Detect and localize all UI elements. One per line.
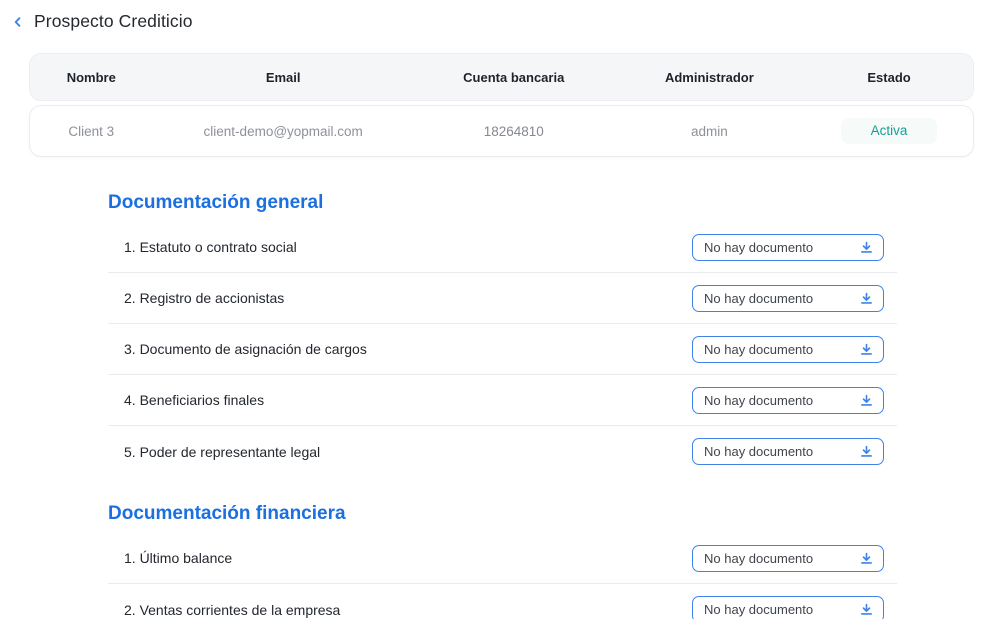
document-status-label: No hay documento xyxy=(704,602,813,617)
download-icon xyxy=(859,240,874,255)
download-icon xyxy=(859,602,874,617)
table-header-row: Nombre Email Cuenta bancaria Administrad… xyxy=(29,53,974,101)
client-summary-table: Nombre Email Cuenta bancaria Administrad… xyxy=(29,53,974,157)
cell-cuenta-bancaria: 18264810 xyxy=(414,124,614,139)
document-status-label: No hay documento xyxy=(704,393,813,408)
document-status-button[interactable]: No hay documento xyxy=(692,596,884,619)
download-icon xyxy=(859,291,874,306)
document-label: 2. Ventas corrientes de la empresa xyxy=(124,602,340,618)
cell-email: client-demo@yopmail.com xyxy=(153,124,414,139)
download-icon xyxy=(859,551,874,566)
column-header-email: Email xyxy=(153,70,414,85)
document-status-button[interactable]: No hay documento xyxy=(692,234,884,261)
section-title: Documentación general xyxy=(108,191,897,214)
document-status-label: No hay documento xyxy=(704,240,813,255)
chevron-left-icon[interactable] xyxy=(10,12,25,32)
document-status-label: No hay documento xyxy=(704,444,813,459)
section-title: Documentación financiera xyxy=(108,502,897,525)
page-header: Prospecto Crediticio xyxy=(0,0,987,32)
column-header-cuenta-bancaria: Cuenta bancaria xyxy=(414,70,614,85)
column-header-administrador: Administrador xyxy=(614,70,805,85)
document-status-button[interactable]: No hay documento xyxy=(692,545,884,572)
document-status-button[interactable]: No hay documento xyxy=(692,336,884,363)
document-row: 1. Último balance No hay documento xyxy=(108,533,897,584)
document-list: 1. Estatuto o contrato social No hay docu… xyxy=(108,222,897,477)
document-row: 2. Ventas corrientes de la empresa No hay… xyxy=(108,584,897,619)
cell-administrador: admin xyxy=(614,124,805,139)
document-status-button[interactable]: No hay documento xyxy=(692,387,884,414)
documentation-sections: Documentación general 1. Estatuto o contr… xyxy=(108,191,897,619)
status-badge: Activa xyxy=(841,118,937,144)
document-row: 5. Poder de representante legal No hay do… xyxy=(108,426,897,477)
document-label: 1. Último balance xyxy=(124,550,232,566)
document-label: 5. Poder de representante legal xyxy=(124,444,320,460)
document-status-label: No hay documento xyxy=(704,551,813,566)
document-status-label: No hay documento xyxy=(704,342,813,357)
client-table-row: Client 3 client-demo@yopmail.com 1826481… xyxy=(29,105,974,157)
document-label: 1. Estatuto o contrato social xyxy=(124,239,297,255)
page-title: Prospecto Crediticio xyxy=(34,11,193,32)
download-icon xyxy=(859,393,874,408)
document-status-button[interactable]: No hay documento xyxy=(692,285,884,312)
document-status-button[interactable]: No hay documento xyxy=(692,438,884,465)
download-icon xyxy=(859,342,874,357)
column-header-nombre: Nombre xyxy=(30,70,153,85)
cell-estado: Activa xyxy=(805,118,973,144)
doc-section: Documentación financiera 1. Último balanc… xyxy=(108,502,897,619)
document-label: 3. Documento de asignación de cargos xyxy=(124,341,367,357)
document-status-label: No hay documento xyxy=(704,291,813,306)
document-row: 4. Beneficiarios finales No hay documento xyxy=(108,375,897,426)
column-header-estado: Estado xyxy=(805,70,973,85)
document-row: 3. Documento de asignación de cargos No h… xyxy=(108,324,897,375)
document-label: 4. Beneficiarios finales xyxy=(124,392,264,408)
document-list: 1. Último balance No hay documento 2. Ven… xyxy=(108,533,897,619)
document-row: 1. Estatuto o contrato social No hay docu… xyxy=(108,222,897,273)
doc-section: Documentación general 1. Estatuto o contr… xyxy=(108,191,897,477)
document-row: 2. Registro de accionistas No hay documen… xyxy=(108,273,897,324)
document-label: 2. Registro de accionistas xyxy=(124,290,284,306)
download-icon xyxy=(859,444,874,459)
cell-nombre: Client 3 xyxy=(30,124,153,139)
